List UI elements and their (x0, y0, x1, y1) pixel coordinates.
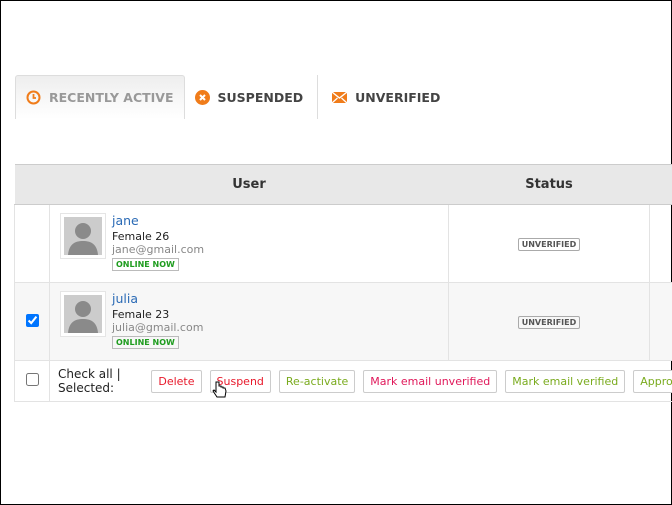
tab-bar: RECENTLY ACTIVE SUSPENDED UNVERIFIED (15, 75, 450, 119)
user-gender-age: Female 23 (112, 308, 170, 321)
hand-cursor-icon (212, 381, 227, 398)
tab-recently-active[interactable]: RECENTLY ACTIVE (15, 75, 185, 119)
delete-button[interactable]: Delete (151, 369, 202, 393)
x-circle-icon (194, 89, 210, 105)
clock-icon (26, 90, 41, 105)
row-checkbox[interactable] (25, 313, 39, 327)
tab-unverified[interactable]: UNVERIFIED (322, 75, 450, 119)
tab-label: SUSPENDED (217, 89, 304, 105)
mark-email-unverified-button[interactable]: Mark email unverified (363, 369, 498, 393)
user-name-link[interactable]: julia (112, 291, 203, 306)
status-badge: UNVERIFIED (517, 238, 581, 251)
user-email: jane@gmail.com (112, 243, 205, 256)
header-extra (649, 164, 672, 205)
approve-button[interactable]: Approve (633, 369, 672, 393)
user-gender-age: Female 26 (112, 230, 170, 243)
tab-suspended[interactable]: SUSPENDED (185, 75, 314, 119)
extra-cell (649, 282, 672, 361)
table-header: User Status (14, 164, 672, 205)
row-checkbox-cell (14, 204, 50, 283)
header-status[interactable]: Status (448, 164, 650, 205)
user-email: julia@gmail.com (112, 321, 204, 334)
check-all-checkbox[interactable] (25, 373, 39, 386)
envelope-icon (332, 90, 348, 105)
online-badge: ONLINE NOW (112, 336, 179, 349)
tab-label: RECENTLY ACTIVE (49, 90, 174, 105)
tab-divider (317, 75, 319, 119)
reactivate-button[interactable]: Re-activate (278, 369, 356, 393)
status-badge: UNVERIFIED (517, 316, 581, 329)
user-name-link[interactable]: jane (112, 213, 204, 228)
avatar[interactable] (60, 291, 106, 337)
table-row: jane Female 26 jane@gmail.com ONLINE NOW… (14, 204, 672, 283)
avatar[interactable] (60, 213, 106, 259)
mark-email-verified-button[interactable]: Mark email verified (505, 369, 626, 393)
tab-label: UNVERIFIED (355, 89, 441, 105)
header-checkbox-col (14, 164, 50, 205)
online-badge: ONLINE NOW (112, 258, 179, 271)
header-user[interactable]: User (49, 164, 449, 205)
check-all-label: Check all | Selected: (58, 367, 121, 395)
users-table: User Status jane Female 26 jane@gmail.co… (14, 164, 672, 402)
bulk-actions-row: Check all | Selected: Delete Suspend Re-… (14, 360, 672, 402)
extra-cell (649, 204, 672, 283)
table-row: julia Female 23 julia@gmail.com ONLINE N… (14, 282, 672, 361)
